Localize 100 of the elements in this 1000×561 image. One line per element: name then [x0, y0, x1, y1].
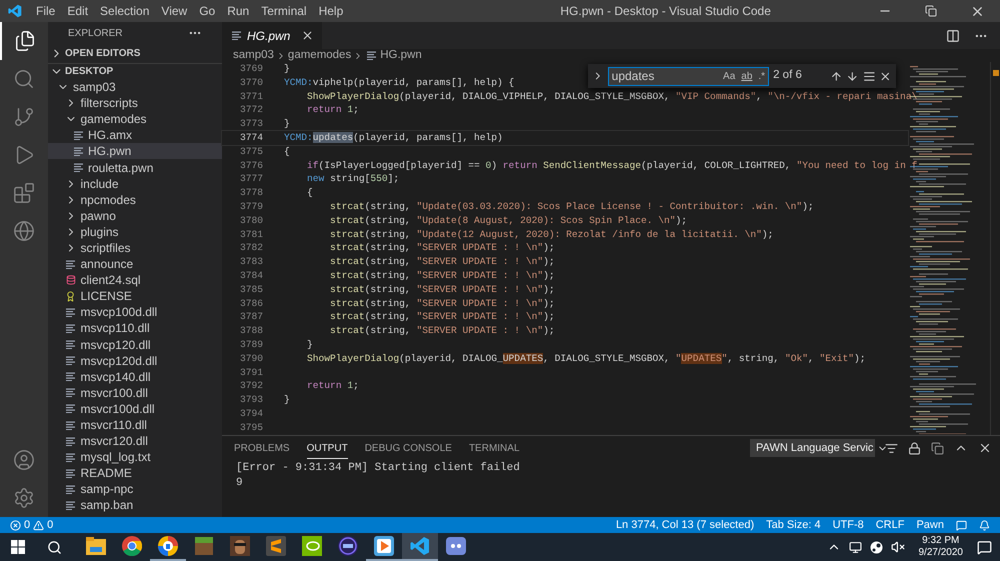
globe-icon[interactable]: [13, 220, 35, 242]
tree-item[interactable]: msvcp120.dll: [48, 336, 222, 353]
code-text: strcat(string, "Update(8 August, 2020): Scos Spin Place. \n");: [329, 214, 688, 228]
tree-item[interactable]: gamemodes: [48, 111, 222, 128]
arrow-up-icon[interactable]: [830, 70, 842, 82]
line-number: 3794: [238, 406, 263, 421]
tree-item[interactable]: filterscripts: [48, 95, 222, 112]
search-icon[interactable]: [46, 540, 62, 554]
find-option[interactable]: ab: [741, 68, 752, 84]
status-item[interactable]: Ln 3774, Col 13 (7 selected): [616, 516, 754, 534]
close-icon[interactable]: [301, 29, 314, 42]
section-header[interactable]: DESKTOP: [48, 63, 222, 79]
menu-item[interactable]: Terminal: [255, 2, 313, 20]
tree-item[interactable]: include: [48, 176, 222, 192]
tree-item[interactable]: rouletta.pwn: [48, 159, 222, 176]
tree-item[interactable]: README: [48, 465, 222, 482]
clear-list-icon[interactable]: [885, 442, 898, 454]
code-text: {: [306, 186, 313, 200]
find-option[interactable]: Aa: [723, 68, 736, 84]
tree-item[interactable]: LICENSE: [48, 288, 222, 304]
tree-item[interactable]: mysql_log.txt: [48, 449, 222, 466]
tree-item[interactable]: msvcr110.dll: [48, 416, 222, 434]
status-item[interactable]: UTF-8: [832, 516, 864, 534]
tree-item[interactable]: samp03: [48, 79, 222, 96]
panel-tab[interactable]: DEBUG CONSOLE: [364, 438, 452, 458]
tree-item[interactable]: samp.ban: [48, 497, 222, 514]
close-icon[interactable]: [978, 441, 992, 455]
editor-tab[interactable]: HG.pwn: [222, 22, 322, 49]
copy-icon[interactable]: [931, 442, 944, 454]
database-icon: [66, 275, 76, 286]
files-icon[interactable]: [14, 30, 36, 52]
match-count: 2 of 6: [773, 68, 803, 84]
tree-item[interactable]: msvcp110.dll: [48, 320, 222, 336]
tree-item[interactable]: msvcp120d.dll: [48, 352, 222, 369]
tree-item[interactable]: npcmodes: [48, 192, 222, 208]
find-option[interactable]: .*: [758, 68, 766, 84]
tree-item[interactable]: HG.amx: [48, 127, 222, 144]
tree-item[interactable]: msvcr100.dll: [48, 384, 222, 401]
split-editor-icon[interactable]: [946, 28, 960, 42]
tree-item[interactable]: msvcp100d.dll: [48, 304, 222, 320]
line-number: 3773: [238, 117, 263, 131]
taskbar-app[interactable]: [150, 533, 186, 561]
settings-icon[interactable]: [13, 487, 35, 509]
tree-item[interactable]: client24.sql: [48, 272, 222, 288]
menu-item[interactable]: Go: [193, 2, 222, 20]
status-item[interactable]: Tab Size: 4: [766, 516, 821, 534]
panel-tab[interactable]: TERMINAL: [468, 438, 520, 458]
clock[interactable]: 9:32 PM 9/27/2020: [912, 535, 969, 559]
muted-speaker-icon[interactable]: [890, 540, 904, 554]
user-icon[interactable]: [13, 449, 35, 471]
file-lines-icon: [66, 468, 75, 478]
tree-item[interactable]: msvcr100d.dll: [48, 400, 222, 417]
network-icon[interactable]: [848, 540, 862, 554]
file-lines-icon: [66, 452, 75, 462]
line-number: 3786: [238, 296, 263, 310]
panel-tab[interactable]: OUTPUT: [306, 438, 348, 458]
tree-item[interactable]: plugins: [48, 224, 222, 240]
breadcrumb[interactable]: samp03: [233, 50, 274, 62]
section-header[interactable]: OPEN EDITORS: [48, 44, 222, 63]
tree-item[interactable]: msvcr120.dll: [48, 433, 222, 450]
branch-icon[interactable]: [13, 106, 35, 128]
tree-item[interactable]: pawno: [48, 208, 222, 224]
feedback-icon[interactable]: [956, 520, 967, 530]
tree-item[interactable]: samp-npc: [48, 481, 222, 498]
line-number: 3774: [238, 130, 263, 145]
menu-item[interactable]: Edit: [61, 2, 94, 20]
lines-icon[interactable]: [862, 70, 876, 82]
line-number: 3789: [238, 338, 263, 352]
arrow-down-icon[interactable]: [846, 70, 859, 82]
status-item[interactable]: CRLF: [876, 516, 904, 534]
blocks-icon[interactable]: [13, 182, 35, 204]
breadcrumb[interactable]: gamemodes: [288, 50, 352, 62]
menu-item[interactable]: Selection: [94, 2, 156, 20]
tree-item[interactable]: announce: [48, 256, 222, 272]
error-icon[interactable]: [10, 520, 21, 530]
status-item[interactable]: Pawn: [916, 516, 944, 534]
restore-icon[interactable]: [925, 5, 937, 17]
line-number: 3783: [238, 255, 263, 269]
find-field[interactable]: updates Aa ab .*: [608, 66, 770, 86]
code-text: strcat(string, "SERVER UPDATE : ! \n");: [329, 255, 555, 269]
notification-icon[interactable]: [977, 540, 992, 554]
lock-icon[interactable]: [908, 442, 921, 454]
tree-item[interactable]: HG.pwn: [48, 143, 222, 160]
breadcrumb[interactable]: HG.pwn: [380, 50, 422, 62]
menu-item[interactable]: Help: [312, 2, 350, 20]
code-text: strcat(string, "SERVER UPDATE : ! \n");: [329, 324, 555, 338]
menu-item[interactable]: File: [30, 2, 62, 20]
tree-item[interactable]: msvcp140.dll: [48, 368, 222, 385]
file-lines-icon: [66, 340, 75, 350]
menu-item[interactable]: Run: [221, 2, 256, 20]
panel-tab[interactable]: PROBLEMS: [234, 438, 290, 458]
bell-icon[interactable]: [979, 520, 990, 530]
error-count[interactable]: 0: [24, 516, 30, 534]
warning-icon[interactable]: [33, 520, 44, 530]
warning-count[interactable]: 0: [47, 516, 54, 534]
menu-item[interactable]: View: [155, 2, 194, 20]
steam-icon[interactable]: [870, 540, 882, 554]
line-number: 3778: [238, 186, 263, 200]
windows-logo-icon[interactable]: [11, 540, 25, 554]
tree-item[interactable]: scriptfiles: [48, 240, 222, 256]
